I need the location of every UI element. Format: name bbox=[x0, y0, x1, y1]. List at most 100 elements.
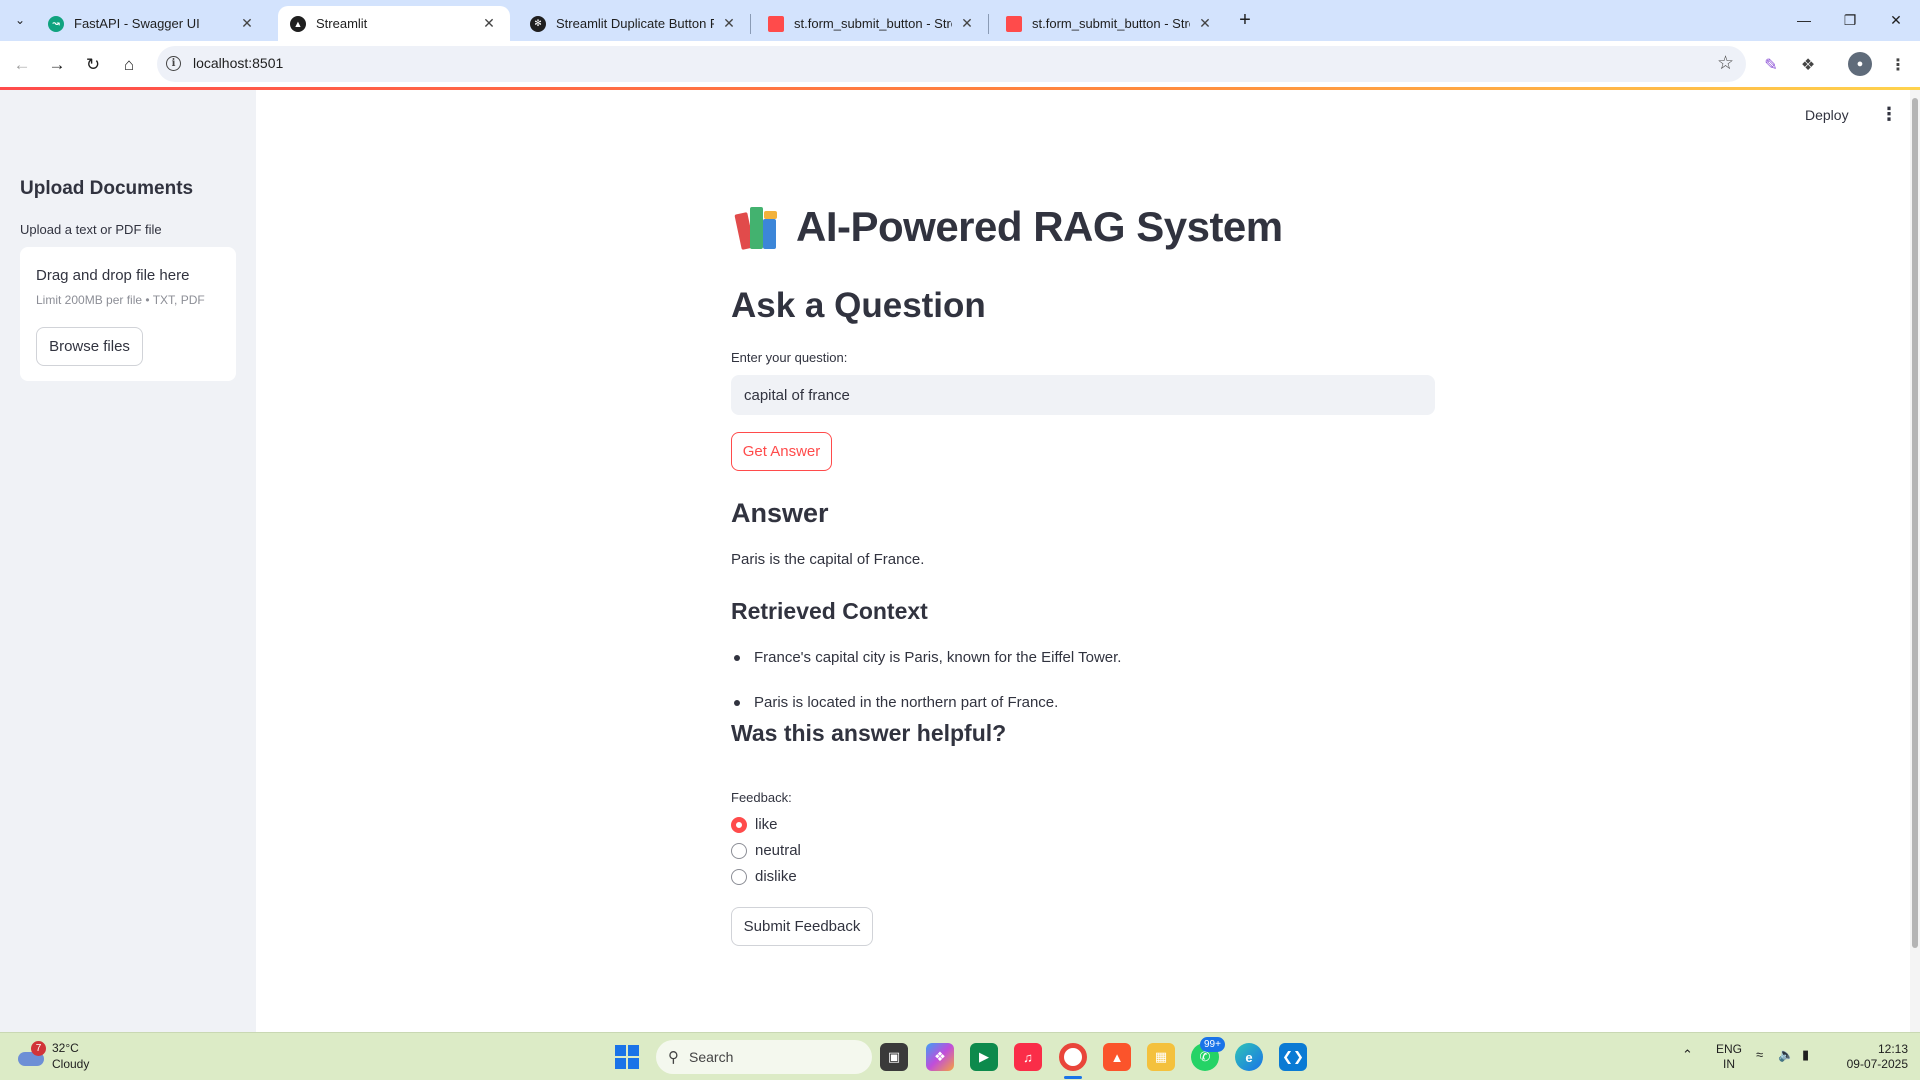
page-title: AI-Powered RAG System bbox=[796, 203, 1283, 250]
edge-icon[interactable]: e bbox=[1235, 1043, 1263, 1071]
answer-text: Paris is the capital of France. bbox=[731, 551, 925, 568]
profile-avatar-icon[interactable]: ● bbox=[1848, 52, 1872, 76]
copilot-icon[interactable]: ❖ bbox=[926, 1043, 954, 1071]
file-explorer-icon[interactable]: ▦ bbox=[1147, 1043, 1175, 1071]
tab-duplicate-button-fix[interactable]: ✻ Streamlit Duplicate Button Fix ✕ bbox=[518, 6, 750, 41]
close-icon[interactable]: ✕ bbox=[238, 15, 256, 33]
bullet-icon bbox=[734, 699, 740, 706]
chatgpt-favicon-icon: ✻ bbox=[530, 15, 546, 32]
book-spine-green bbox=[750, 207, 763, 249]
answer-heading: Answer bbox=[731, 498, 829, 528]
dropzone-limit: Limit 200MB per file • TXT, PDF bbox=[36, 293, 205, 307]
books-icon bbox=[734, 205, 782, 250]
volume-icon[interactable]: 🔈 bbox=[1778, 1047, 1794, 1063]
site-info-icon[interactable]: i bbox=[166, 56, 181, 71]
submit-feedback-button[interactable]: Submit Feedback bbox=[731, 907, 873, 946]
tab-separator bbox=[750, 14, 751, 34]
close-icon[interactable]: ✕ bbox=[720, 15, 738, 33]
feedback-radio-neutral[interactable]: neutral bbox=[731, 842, 801, 859]
fastapi-favicon-icon: ↝ bbox=[48, 15, 64, 32]
close-icon[interactable]: ✕ bbox=[1196, 15, 1214, 33]
chrome-icon[interactable] bbox=[1059, 1043, 1087, 1071]
tab-title: Streamlit Duplicate Button Fix bbox=[556, 16, 714, 31]
url-text[interactable]: localhost:8501 bbox=[193, 55, 283, 71]
language-code: ENG bbox=[1716, 1042, 1743, 1056]
question-input[interactable] bbox=[731, 375, 1435, 415]
weather-text: 32°C Cloudy bbox=[52, 1040, 89, 1072]
temperature: 32°C bbox=[52, 1041, 79, 1055]
file-dropzone[interactable]: Drag and drop file here Limit 200MB per … bbox=[20, 247, 236, 381]
language-indicator[interactable]: ENG IN bbox=[1716, 1042, 1742, 1072]
radio-unselected-icon[interactable] bbox=[731, 868, 747, 885]
brave-icon[interactable]: ▲ bbox=[1103, 1043, 1131, 1071]
context-text: France's capital city is Paris, known fo… bbox=[754, 649, 1122, 666]
reload-icon[interactable]: ↻ bbox=[79, 51, 107, 79]
weather-widget[interactable]: 7 32°C Cloudy bbox=[16, 1040, 89, 1072]
app-menu-kebab-icon[interactable]: ⋮ bbox=[1880, 104, 1898, 125]
tab-fastapi[interactable]: ↝ FastAPI - Swagger UI ✕ bbox=[36, 6, 268, 41]
whatsapp-notification-badge: 99+ bbox=[1200, 1037, 1225, 1052]
restore-icon[interactable]: ❐ bbox=[1834, 6, 1866, 34]
cloud-weather-icon: 7 bbox=[16, 1041, 46, 1068]
tab-streamlit[interactable]: ▲ Streamlit ✕ bbox=[278, 6, 510, 41]
feedback-radio-dislike[interactable]: dislike bbox=[731, 868, 797, 885]
feedback-label: Feedback: bbox=[731, 790, 792, 805]
windows-start-icon[interactable] bbox=[615, 1045, 639, 1069]
get-answer-button[interactable]: Get Answer bbox=[731, 432, 832, 471]
radio-selected-icon[interactable] bbox=[731, 816, 747, 833]
sidebar-title: Upload Documents bbox=[20, 178, 194, 199]
close-icon[interactable]: ✕ bbox=[958, 15, 976, 33]
address-bar[interactable]: i localhost:8501 ☆ bbox=[157, 46, 1746, 82]
minimize-icon[interactable]: — bbox=[1788, 6, 1820, 34]
book-spine-blue bbox=[763, 219, 776, 249]
feedback-radio-like[interactable]: like bbox=[731, 816, 778, 833]
tab-title: st.form_submit_button - Stream bbox=[1032, 16, 1190, 31]
tray-overflow-chevron-icon[interactable]: ⌃ bbox=[1682, 1047, 1693, 1063]
system-clock[interactable]: 12:13 09-07-2025 bbox=[1838, 1042, 1908, 1072]
ask-question-heading: Ask a Question bbox=[731, 286, 986, 325]
context-text: Paris is located in the northern part of… bbox=[754, 694, 1059, 711]
wifi-icon[interactable]: ≈ bbox=[1756, 1047, 1763, 1062]
sidebar: Upload Documents Upload a text or PDF fi… bbox=[0, 90, 256, 1032]
radio-label: like bbox=[755, 816, 778, 833]
chrome-active-indicator bbox=[1064, 1076, 1082, 1079]
streamlit-docs-favicon-icon bbox=[1006, 15, 1022, 32]
close-icon[interactable]: ✕ bbox=[480, 15, 498, 33]
bookmark-star-icon[interactable]: ☆ bbox=[1717, 52, 1734, 75]
tab-form-submit-button-2[interactable]: st.form_submit_button - Stream ✕ bbox=[994, 6, 1226, 41]
tab-title: FastAPI - Swagger UI bbox=[74, 16, 200, 31]
taskbar-search[interactable]: ⚲ Search bbox=[656, 1040, 872, 1074]
context-list-item: Paris is located in the northern part of… bbox=[731, 694, 1058, 711]
tab-title: st.form_submit_button - Stream bbox=[794, 16, 952, 31]
radio-label: dislike bbox=[755, 868, 797, 885]
uploader-label: Upload a text or PDF file bbox=[20, 222, 162, 237]
retrieved-context-heading: Retrieved Context bbox=[731, 598, 928, 624]
radio-unselected-icon[interactable] bbox=[731, 842, 747, 859]
meet-icon[interactable]: ▶ bbox=[970, 1043, 998, 1071]
tab-form-submit-button-1[interactable]: st.form_submit_button - Stream ✕ bbox=[756, 6, 988, 41]
pen-extension-icon[interactable]: ✎ bbox=[1758, 52, 1784, 78]
extensions-puzzle-icon[interactable]: ❖ bbox=[1795, 52, 1821, 78]
browse-files-button[interactable]: Browse files bbox=[36, 327, 143, 366]
streamlit-favicon-icon: ▲ bbox=[290, 15, 306, 32]
new-tab-plus-icon[interactable]: + bbox=[1233, 8, 1257, 32]
weather-condition: Cloudy bbox=[52, 1057, 90, 1071]
streamlit-top-decoration bbox=[0, 87, 1920, 90]
search-icon: ⚲ bbox=[668, 1049, 679, 1066]
page-scrollbar[interactable] bbox=[1910, 90, 1920, 1032]
music-icon[interactable]: ♫ bbox=[1014, 1043, 1042, 1071]
back-arrow-icon[interactable]: ← bbox=[8, 51, 36, 79]
question-label: Enter your question: bbox=[731, 350, 848, 365]
task-view-icon[interactable]: ▣ bbox=[880, 1043, 908, 1071]
weather-badge: 7 bbox=[31, 1041, 46, 1056]
home-icon[interactable]: ⌂ bbox=[115, 51, 143, 79]
tab-search-icon[interactable]: ⌄ bbox=[8, 8, 32, 32]
forward-arrow-icon[interactable]: → bbox=[43, 51, 71, 79]
window-close-icon[interactable]: ✕ bbox=[1880, 6, 1912, 34]
scrollbar-thumb[interactable] bbox=[1912, 98, 1918, 948]
deploy-button[interactable]: Deploy bbox=[1805, 107, 1849, 123]
radio-label: neutral bbox=[755, 842, 801, 859]
vscode-icon[interactable]: ❮❯ bbox=[1279, 1043, 1307, 1071]
battery-icon[interactable]: ▮ bbox=[1802, 1047, 1809, 1063]
browser-menu-kebab-icon[interactable]: ⋮ bbox=[1885, 52, 1911, 78]
